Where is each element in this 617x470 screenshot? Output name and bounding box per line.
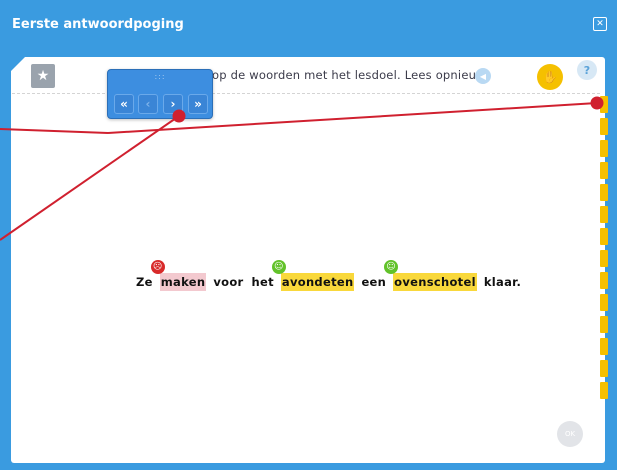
window-title: Eerste antwoordpoging — [12, 16, 184, 32]
progress-tab[interactable] — [600, 316, 608, 333]
progress-tab[interactable] — [600, 162, 608, 179]
sentence-word[interactable]: een — [360, 273, 387, 291]
exercise-card — [11, 57, 605, 463]
sentence-word-correct[interactable]: ☺ ovenschotel — [384, 260, 477, 291]
word-label: ovenschotel — [394, 275, 476, 289]
progress-tab[interactable] — [600, 250, 608, 267]
close-icon: ✕ — [596, 18, 604, 29]
sentence-word[interactable]: het — [251, 273, 275, 291]
sentence-word-wrong[interactable]: ☹ maken — [150, 260, 207, 291]
happy-face-icon: ☺ — [384, 260, 399, 274]
speaker-icon: ◀ — [479, 71, 487, 81]
progress-tab[interactable] — [600, 382, 608, 399]
audio-button[interactable]: ◀ — [475, 68, 491, 84]
hint-button[interactable]: ✋ — [537, 64, 563, 90]
progress-tab[interactable] — [600, 360, 608, 377]
exercise-sentence: Ze ☹ maken voor het ☺ avondeten een ☺ ov… — [135, 260, 522, 292]
close-button[interactable]: ✕ — [593, 17, 607, 31]
star-icon: ★ — [36, 68, 50, 84]
progress-tab[interactable] — [600, 206, 608, 223]
sentence-word[interactable]: Ze — [135, 273, 154, 291]
title-bar: Eerste antwoordpoging ✕ — [0, 0, 617, 48]
progress-tab[interactable] — [600, 338, 608, 355]
sentence-word[interactable]: klaar. — [483, 273, 522, 291]
ok-button[interactable]: OK — [557, 421, 583, 447]
progress-tab[interactable] — [600, 140, 608, 157]
progress-tab[interactable] — [600, 228, 608, 245]
favorite-button[interactable]: ★ — [31, 64, 55, 88]
next-button[interactable]: › — [163, 94, 183, 114]
corner-fold — [11, 57, 25, 71]
previous-button[interactable]: ‹ — [138, 94, 158, 114]
word-label: maken — [160, 275, 206, 289]
help-button[interactable]: ? — [577, 60, 597, 80]
progress-tab[interactable] — [600, 118, 608, 135]
progress-strip — [598, 96, 610, 412]
word-label: avondeten — [281, 275, 354, 289]
navigation-panel[interactable]: ::: « ‹ › » — [107, 69, 213, 119]
header-divider — [12, 93, 600, 94]
sad-face-icon: ☹ — [150, 260, 165, 274]
sentence-word-correct[interactable]: ☺ avondeten — [271, 260, 355, 291]
progress-tab[interactable] — [600, 96, 608, 113]
progress-tab[interactable] — [600, 184, 608, 201]
drag-handle[interactable]: ::: — [108, 72, 212, 81]
progress-tab[interactable] — [600, 272, 608, 289]
last-button[interactable]: » — [188, 94, 208, 114]
sentence-word[interactable]: voor — [212, 273, 244, 291]
progress-tab[interactable] — [600, 294, 608, 311]
first-button[interactable]: « — [114, 94, 134, 114]
hand-icon: ✋ — [542, 70, 558, 84]
happy-face-icon: ☺ — [271, 260, 286, 274]
instruction-text: op de woorden met het lesdoel. Lees opni… — [212, 68, 489, 82]
